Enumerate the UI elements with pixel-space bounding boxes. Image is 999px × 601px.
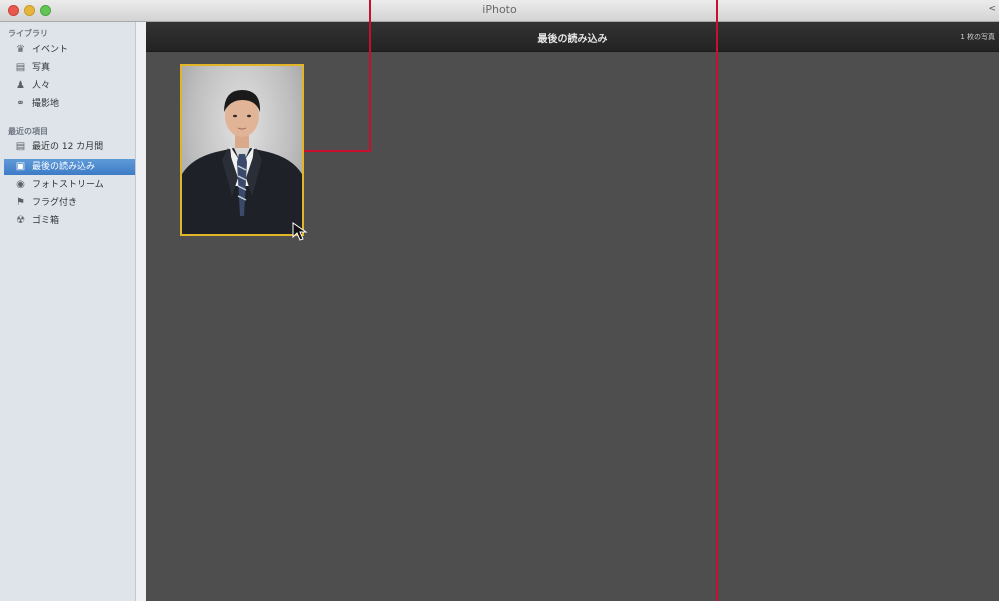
last-import-icon: ▣ [15, 161, 26, 172]
sidebar-item-last-12-months[interactable]: ▤ 最近の 12 カ月間 [4, 139, 135, 155]
sidebar-item-people[interactable]: ♟ 人々 [4, 78, 135, 94]
trash-icon: ☢ [16, 215, 25, 226]
sidebar-item-photos[interactable]: ▤ 写真 [4, 60, 135, 76]
places-icon: ⚭ [16, 98, 25, 109]
sidebar-item-label: ゴミ箱 [32, 216, 60, 226]
sidebar-item-label: 人々 [32, 81, 51, 91]
photostream-icon: ◉ [16, 179, 25, 190]
sidebar-item-events[interactable]: ♛ イベント [4, 42, 135, 58]
calendar-icon: ▤ [15, 141, 26, 152]
annotation-line-vertical-right [716, 0, 718, 601]
sidebar-item-label: フラグ付き [32, 198, 78, 208]
iphoto-window: iPhoto < ライブラリ ♛ イベント ▤ 写真 ♟ 人々 ⚭ 撮影地 最近の項目 … [0, 0, 999, 601]
annotation-line-horizontal [304, 150, 371, 152]
people-icon: ♟ [16, 80, 25, 91]
sidebar-item-label: イベント [32, 45, 69, 55]
mouse-pointer-icon [291, 221, 313, 249]
photo-count: 1 枚の写真 [960, 33, 995, 41]
photo-browser: 最後の読み込み 1 枚の写真 [146, 22, 999, 601]
sidebar: ライブラリ ♛ イベント ▤ 写真 ♟ 人々 ⚭ 撮影地 最近の項目 ▤ 最近の 12 カ… [0, 22, 136, 601]
annotation-line-vertical-left [369, 0, 371, 152]
content-header: 最後の読み込み 1 枚の写真 [146, 22, 999, 52]
flag-icon: ⚑ [16, 197, 25, 208]
title-bar: iPhoto < [0, 0, 999, 22]
event-icon: ♛ [16, 44, 25, 55]
sidebar-item-label: 最近の 12 カ月間 [32, 142, 104, 152]
photos-icon: ▤ [15, 62, 26, 73]
sidebar-item-label: 撮影地 [32, 99, 60, 109]
sidebar-divider[interactable] [136, 22, 146, 601]
sidebar-item-label: フォトストリーム [32, 180, 104, 190]
window-corner-glyph: < [988, 4, 996, 14]
sidebar-item-photostream[interactable]: ◉ フォトストリーム [4, 177, 135, 193]
photo-thumbnail[interactable] [180, 64, 304, 236]
sidebar-item-label: 写真 [32, 63, 51, 73]
section-header-library: ライブラリ [8, 29, 48, 38]
window-title: iPhoto [482, 3, 517, 16]
sidebar-item-places[interactable]: ⚭ 撮影地 [4, 96, 135, 112]
sidebar-item-trash[interactable]: ☢ ゴミ箱 [4, 213, 135, 229]
sidebar-item-flagged[interactable]: ⚑ フラグ付き [4, 195, 135, 211]
portrait-image [182, 90, 302, 234]
content-title: 最後の読み込み [537, 34, 608, 45]
sidebar-item-label: 最後の読み込み [32, 162, 96, 172]
section-header-recent: 最近の項目 [8, 127, 48, 136]
sidebar-item-last-import[interactable]: ▣ 最後の読み込み [4, 159, 135, 175]
